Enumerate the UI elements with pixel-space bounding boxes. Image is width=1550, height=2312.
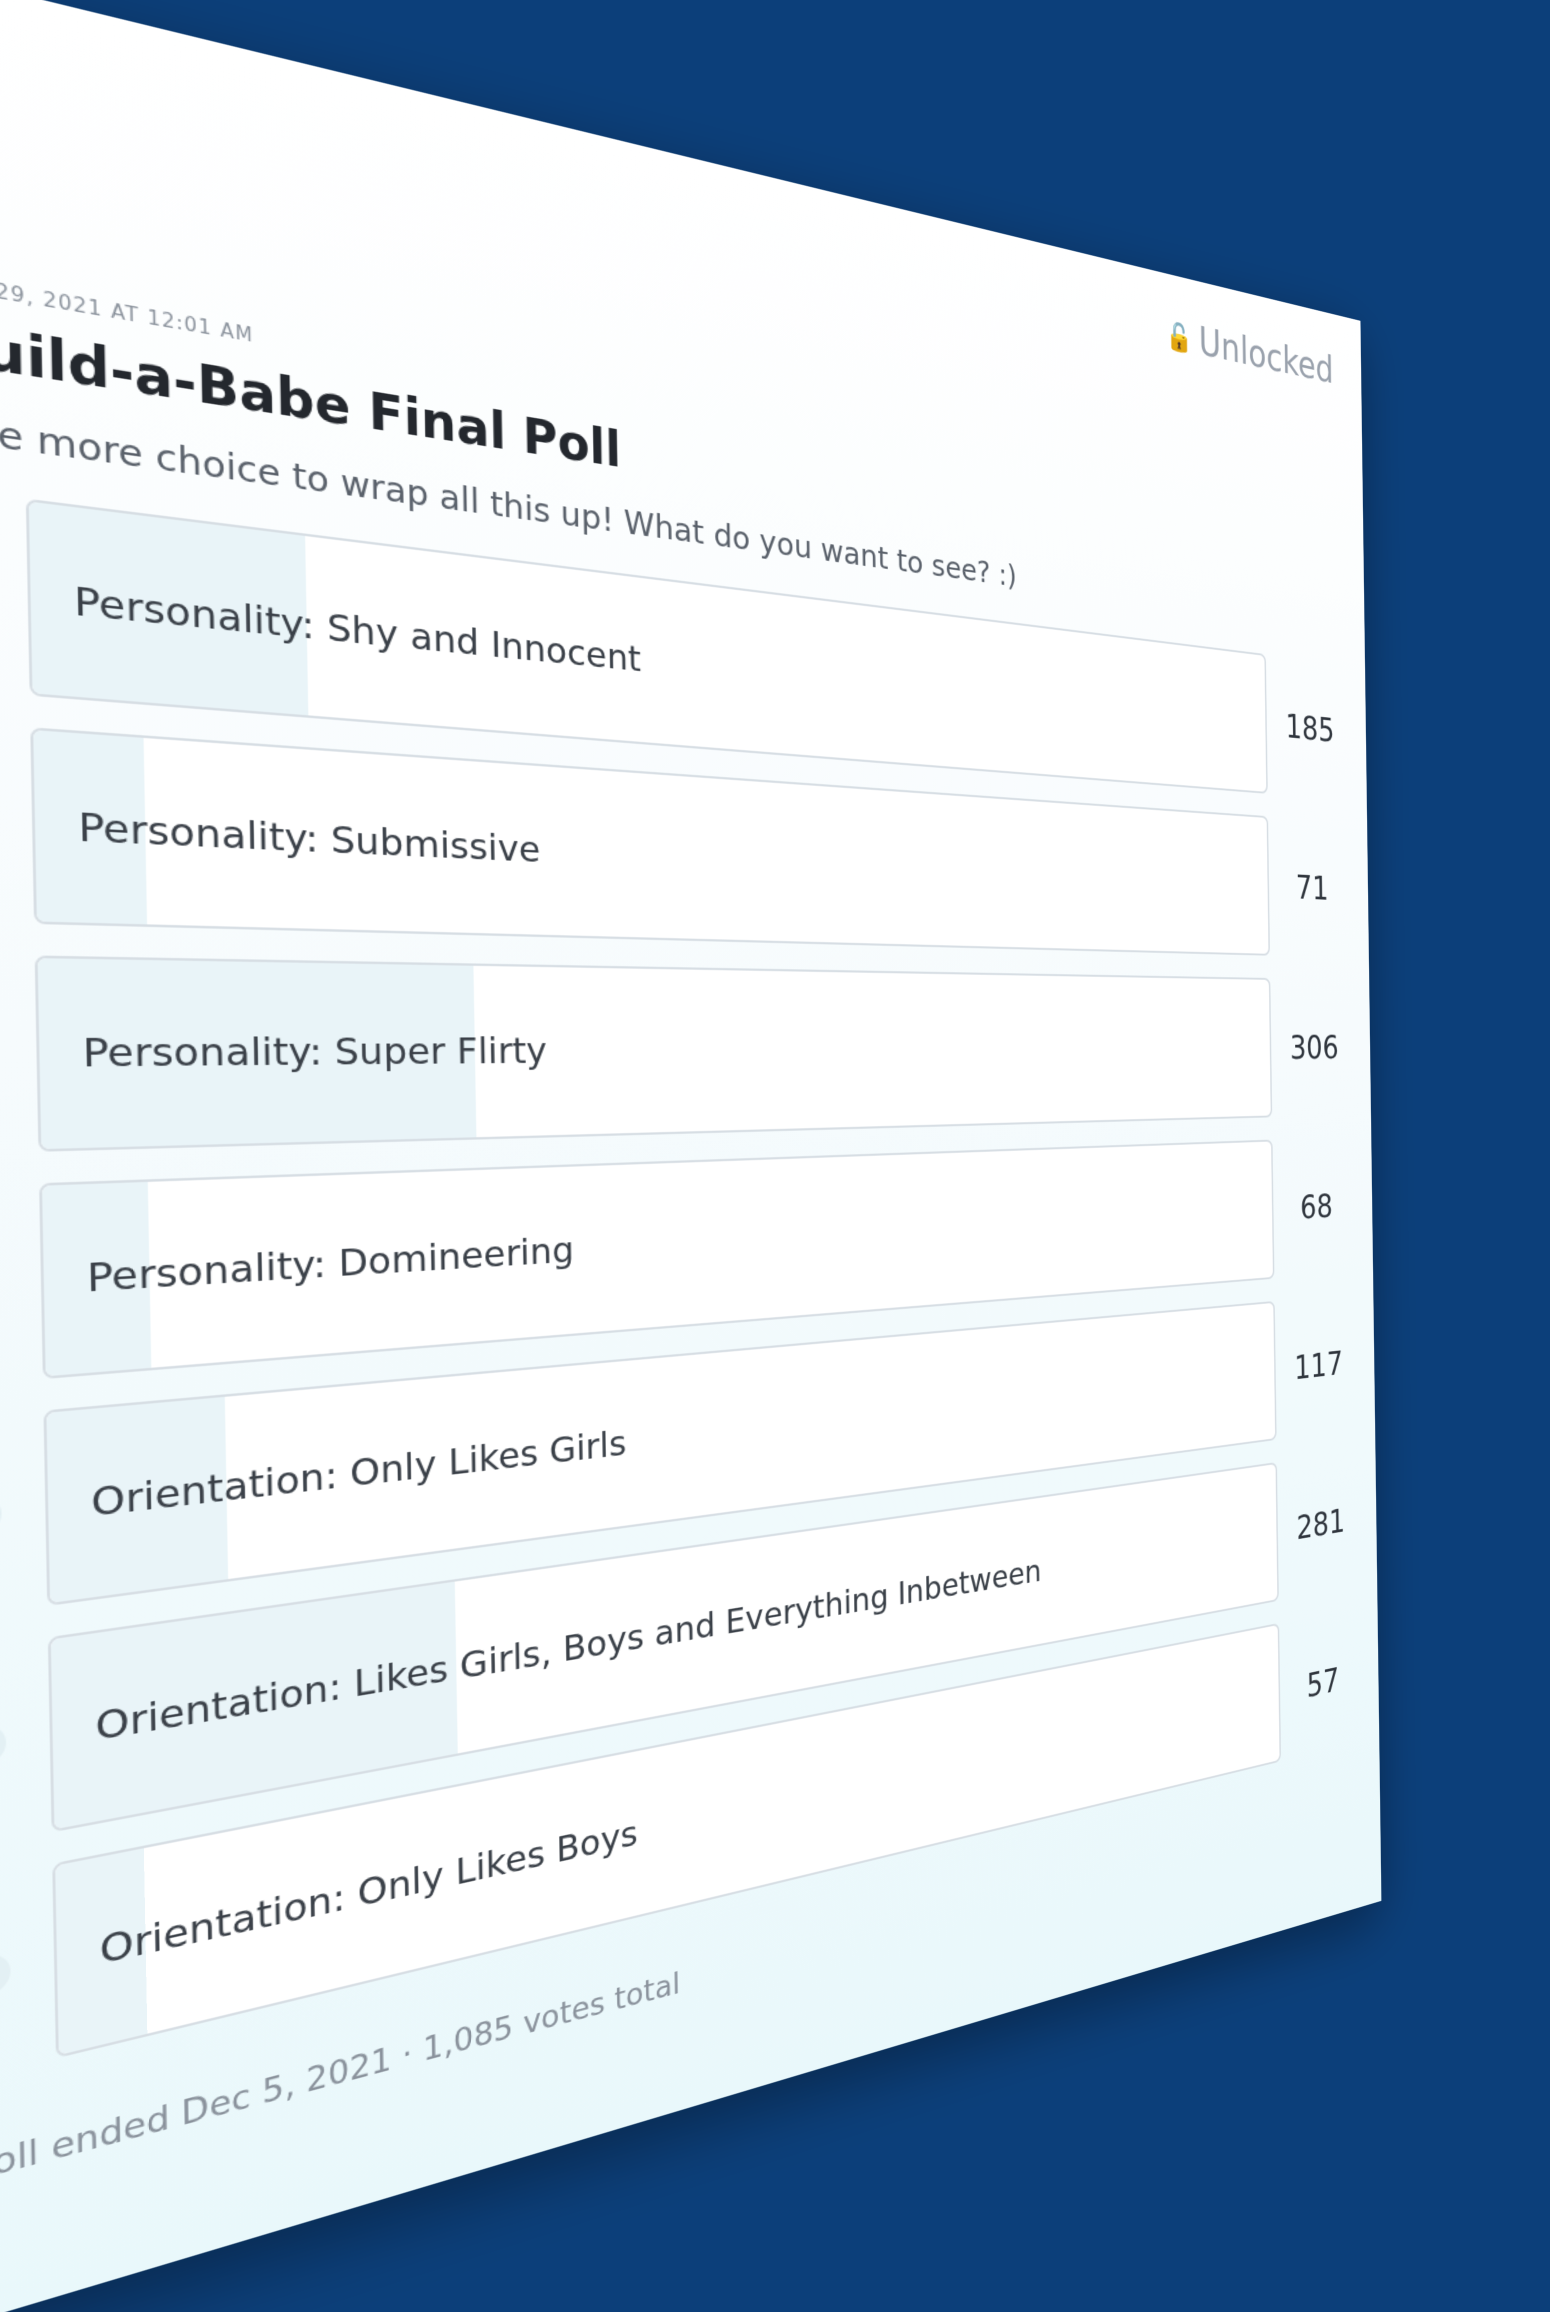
option-label: Personality: Domineering bbox=[86, 1229, 574, 1301]
vote-count: 68 bbox=[1273, 1186, 1358, 1228]
poll-option[interactable]: Personality: Super Flirty 306 bbox=[0, 950, 1357, 1158]
radio-button[interactable] bbox=[0, 1951, 11, 2000]
radio-button[interactable] bbox=[0, 1722, 6, 1769]
option-label: Personality: Submissive bbox=[78, 805, 541, 872]
unlocked-label: Unlocked bbox=[1199, 319, 1334, 392]
vote-count: 185 bbox=[1267, 705, 1353, 751]
option-box[interactable]: Personality: Super Flirty bbox=[35, 955, 1273, 1151]
stage: 🔓 Unlocked NOV 29, 2021 AT 12:01 AM Buil… bbox=[0, 0, 1550, 2312]
vote-count: 57 bbox=[1280, 1655, 1365, 1711]
vote-count: 281 bbox=[1278, 1499, 1363, 1550]
option-label: Personality: Super Flirty bbox=[82, 1030, 547, 1077]
vote-count: 117 bbox=[1275, 1342, 1360, 1389]
lock-open-icon: 🔓 bbox=[1165, 318, 1192, 356]
vote-count: 71 bbox=[1269, 867, 1355, 909]
unlocked-status: 🔓 Unlocked bbox=[1165, 312, 1333, 393]
poll-card: 🔓 Unlocked NOV 29, 2021 AT 12:01 AM Buil… bbox=[0, 0, 1381, 2312]
vote-count: 306 bbox=[1271, 1029, 1357, 1067]
radio-button[interactable] bbox=[0, 1493, 2, 1538]
option-label: Orientation: Only Likes Boys bbox=[99, 1813, 638, 1974]
poll-options: Personality: Shy and Innocent 185 Person… bbox=[0, 483, 1366, 2107]
